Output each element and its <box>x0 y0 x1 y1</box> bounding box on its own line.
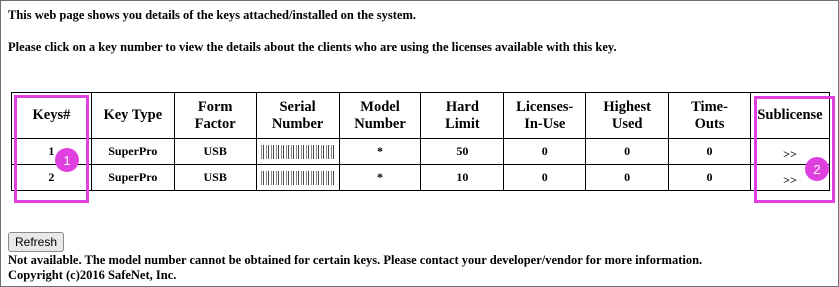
licenses-in-use-cell: 0 <box>503 138 587 165</box>
highest-used-cell: 0 <box>585 164 670 191</box>
keys-table: Keys# Key Type Form Factor Serial Number M… <box>11 92 831 191</box>
model-number-cell: * <box>338 164 422 191</box>
footnote-text: Not available. The model number cannot b… <box>8 253 703 267</box>
callout-marker: 1 <box>55 148 79 172</box>
time-outs-cell: 0 <box>668 138 751 165</box>
header-key-type: Key Type <box>90 92 175 139</box>
intro-text: This web page shows you details of the k… <box>8 8 417 22</box>
table-row: 2 SuperPro USB * 10 0 0 0 >> <box>11 164 831 191</box>
highlight-box-sublicense <box>754 96 835 203</box>
copyright-text: Copyright (c)2016 SafeNet, Inc. <box>8 268 177 282</box>
header-serial-number: Serial Number <box>255 92 340 139</box>
time-outs-cell: 0 <box>668 164 751 191</box>
callout-marker: 2 <box>805 157 829 181</box>
form-factor-cell: USB <box>173 164 257 191</box>
hard-limit-cell: 10 <box>420 164 505 191</box>
highest-used-cell: 0 <box>585 138 670 165</box>
table-row: 1 SuperPro USB * 50 0 0 0 >> <box>11 138 831 165</box>
header-form-factor: Form Factor <box>173 92 257 139</box>
serial-number-cell <box>255 138 340 165</box>
hard-limit-cell: 50 <box>420 138 505 165</box>
header-model-number: Model Number <box>338 92 422 139</box>
header-time-outs: Time- Outs <box>668 92 751 139</box>
header-hard-limit: Hard Limit <box>420 92 505 139</box>
refresh-button[interactable]: Refresh <box>8 232 65 252</box>
redacted-serial <box>260 171 335 186</box>
serial-number-cell <box>255 164 340 191</box>
key-type-cell: SuperPro <box>90 164 175 191</box>
instruction-text: Please click on a key number to view the… <box>8 40 617 54</box>
table-header-row: Keys# Key Type Form Factor Serial Number M… <box>11 92 831 139</box>
header-highest-used: Highest Used <box>585 92 670 139</box>
highlight-box-keys <box>14 95 89 203</box>
form-factor-cell: USB <box>173 138 257 165</box>
model-number-cell: * <box>338 138 422 165</box>
header-licenses-in-use: Licenses- In-Use <box>503 92 587 139</box>
redacted-serial <box>260 145 335 160</box>
key-type-cell: SuperPro <box>90 138 175 165</box>
licenses-in-use-cell: 0 <box>503 164 587 191</box>
